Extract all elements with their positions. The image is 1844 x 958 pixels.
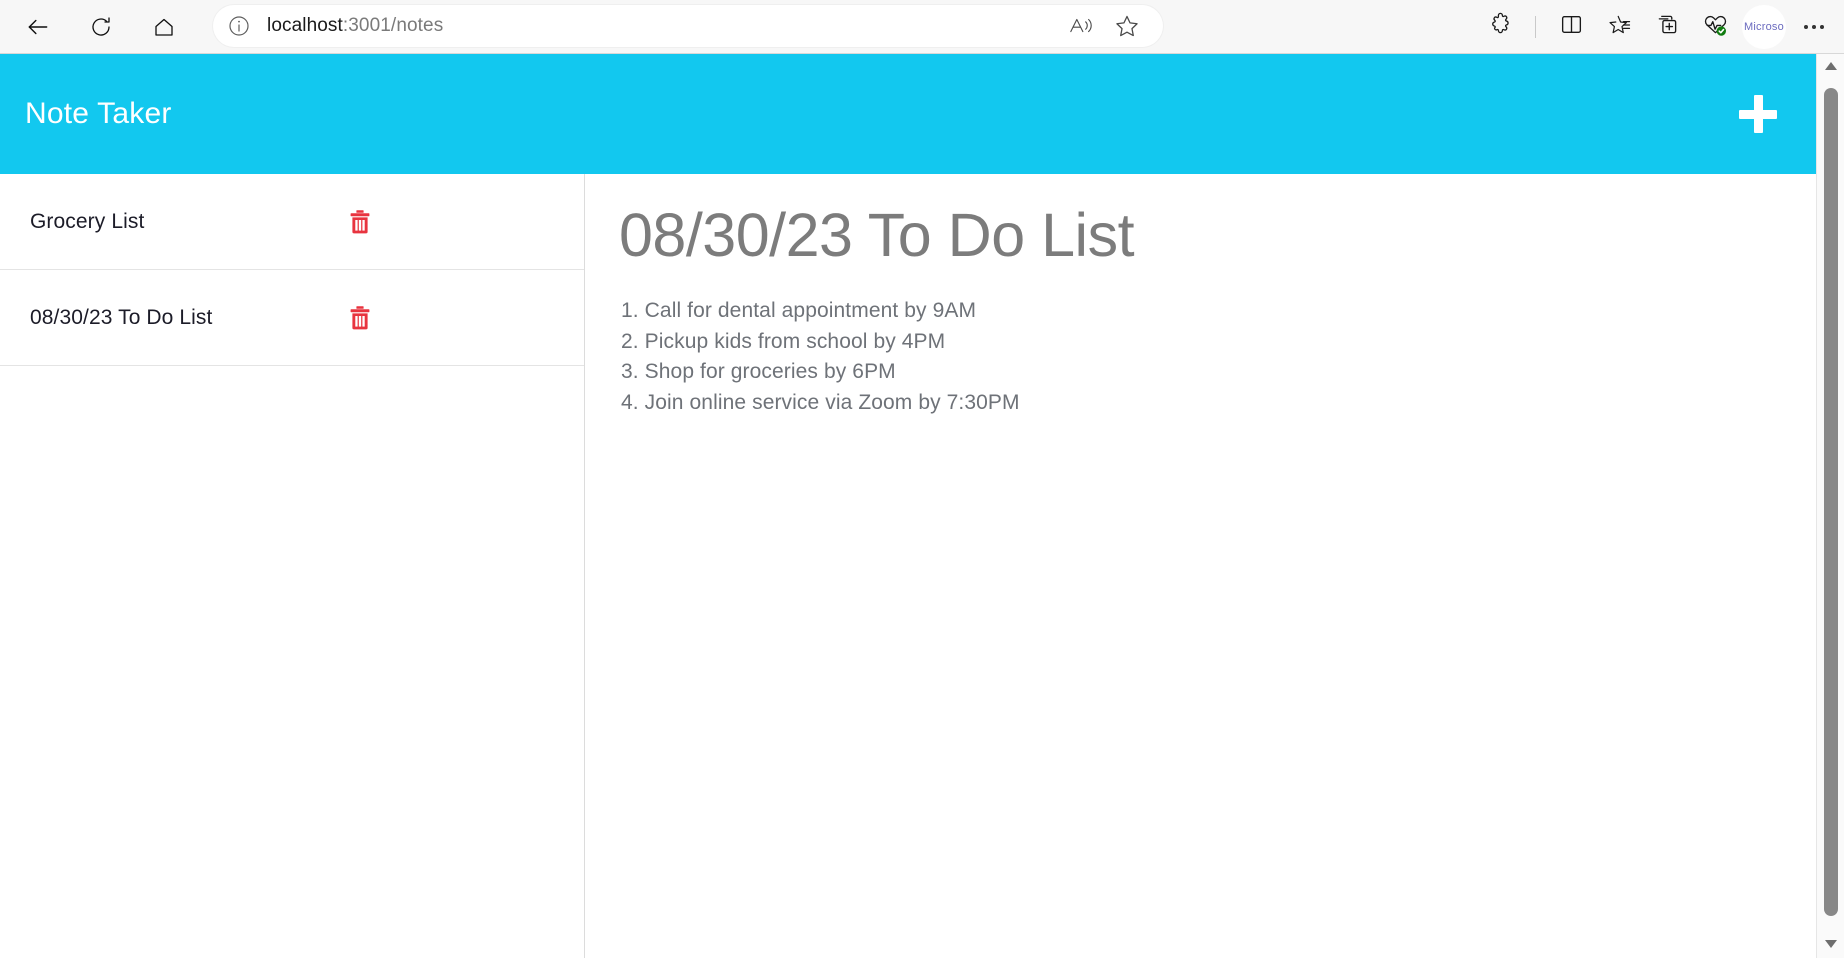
home-button[interactable] — [142, 5, 186, 49]
page-scrollbar[interactable] — [1816, 54, 1844, 958]
settings-and-more-button[interactable] — [1792, 5, 1836, 49]
app-title: Note Taker — [25, 97, 172, 130]
browser-nav-group — [0, 5, 186, 49]
scrollbar-thumb[interactable] — [1824, 88, 1838, 916]
note-detail-pane: 08/30/23 To Do List 1. Call for dental a… — [585, 174, 1816, 958]
ellipsis-dot — [1804, 25, 1808, 29]
add-note-button[interactable] — [1732, 88, 1784, 140]
browser-toolbar-right: Microso — [1479, 0, 1836, 54]
profile-chip[interactable]: Microso — [1742, 5, 1786, 49]
home-icon — [152, 15, 176, 39]
scroll-down-button[interactable] — [1817, 932, 1844, 958]
plus-icon-vertical — [1753, 95, 1763, 133]
scroll-up-arrow-icon — [1824, 58, 1838, 76]
url-path: :3001/notes — [342, 15, 444, 36]
note-list-item-0[interactable]: Grocery List — [0, 174, 584, 270]
toolbar-divider — [1535, 16, 1536, 38]
ellipsis-dot — [1812, 25, 1816, 29]
note-body-line: 1. Call for dental appointment by 9AM — [621, 299, 977, 323]
note-title: 08/30/23 To Do List — [619, 201, 1135, 269]
collections-icon — [1655, 12, 1680, 42]
read-aloud-icon[interactable] — [1067, 12, 1095, 40]
note-body-line: 3. Shop for groceries by 6PM — [621, 360, 896, 384]
url-text[interactable]: localhost:3001/notes — [267, 15, 443, 37]
note-list-item-title: Grocery List — [30, 209, 145, 233]
notes-sidebar: Grocery List 08/30/23 To Do List — [0, 174, 585, 958]
url-host: localhost — [267, 15, 343, 36]
browser-toolbar: localhost:3001/notes Microso — [0, 0, 1844, 54]
trash-icon — [350, 305, 370, 329]
favorites-button[interactable] — [1598, 6, 1640, 48]
address-bar-actions — [1067, 12, 1163, 40]
address-bar[interactable]: localhost:3001/notes — [213, 5, 1163, 47]
profile-label: Microso — [1744, 21, 1784, 33]
split-screen-button[interactable] — [1550, 6, 1592, 48]
scroll-up-button[interactable] — [1817, 54, 1844, 80]
extensions-button[interactable] — [1479, 6, 1521, 48]
extensions-puzzle-icon — [1488, 12, 1513, 42]
trash-icon — [350, 209, 370, 233]
browser-essentials-heart-icon — [1702, 12, 1729, 43]
back-button[interactable] — [16, 5, 60, 49]
site-info-icon[interactable] — [227, 14, 251, 38]
back-arrow-icon — [25, 14, 51, 40]
delete-note-button-1[interactable] — [345, 303, 375, 333]
app-body: Grocery List 08/30/23 To Do List 08/30/2… — [0, 174, 1816, 958]
note-body[interactable]: 1. Call for dental appointment by 9AM 2.… — [619, 296, 1776, 418]
note-body-line: 2. Pickup kids from school by 4PM — [621, 329, 946, 353]
favorites-list-icon — [1606, 12, 1632, 43]
ellipsis-dot — [1820, 25, 1824, 29]
app-header: Note Taker — [0, 54, 1816, 174]
refresh-button[interactable] — [79, 5, 123, 49]
favorite-star-icon[interactable] — [1113, 12, 1141, 40]
collections-button[interactable] — [1646, 6, 1688, 48]
scroll-down-arrow-icon — [1824, 936, 1838, 954]
delete-note-button-0[interactable] — [345, 207, 375, 237]
browser-essentials-button[interactable] — [1694, 6, 1736, 48]
note-list-item-title: 08/30/23 To Do List — [30, 305, 213, 329]
note-body-line: 4. Join online service via Zoom by 7:30P… — [621, 390, 1020, 414]
refresh-icon — [89, 15, 113, 39]
note-list-item-1[interactable]: 08/30/23 To Do List — [0, 270, 584, 366]
split-screen-icon — [1559, 12, 1584, 42]
page-viewport: Note Taker Grocery List 08/30/23 To Do L… — [0, 54, 1816, 958]
